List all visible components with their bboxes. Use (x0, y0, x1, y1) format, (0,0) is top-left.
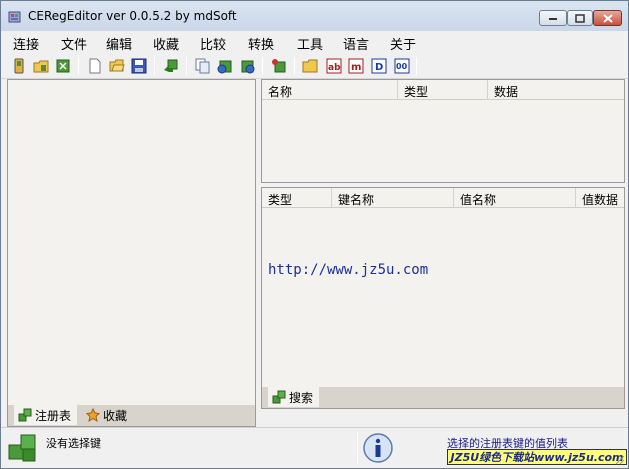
export-key-button[interactable] (216, 57, 234, 75)
goto-key-button[interactable] (162, 57, 180, 75)
binary-value-button[interactable]: 00 (393, 57, 411, 75)
export-key-icon (217, 60, 232, 74)
tab-registry-label: 注册表 (35, 408, 72, 423)
column-header-name[interactable]: 名称 (262, 80, 398, 100)
binary-value-label: 00 (396, 62, 408, 71)
menu-compare[interactable]: 比较 (200, 34, 226, 53)
menu-tools[interactable]: 工具 (297, 34, 323, 53)
registry-key-arrow-icon (164, 59, 178, 72)
search-results-header: 类型 键名称 值名称 值数据 (262, 188, 624, 208)
column-header-value-data[interactable]: 值数据 (576, 188, 626, 208)
string-value-icon: ab (326, 58, 342, 74)
tab-registry[interactable]: 注册表 (14, 405, 78, 425)
connect-device-button[interactable] (10, 57, 28, 75)
tab-search[interactable]: 搜索 (268, 387, 320, 407)
toolbar: ab m D 00 (1, 53, 628, 79)
toolbar-separator (294, 57, 295, 75)
app-icon (8, 11, 21, 23)
new-folder-icon (302, 59, 318, 73)
multi-string-value-label: m (351, 62, 361, 73)
dword-value-icon: D (371, 58, 387, 74)
menu-convert[interactable]: 转换 (248, 34, 274, 53)
toolbar-separator (416, 57, 417, 75)
column-header-type[interactable]: 类型 (398, 80, 488, 100)
string-value-label: ab (328, 63, 341, 73)
multi-string-value-button[interactable]: m (347, 57, 365, 75)
status-selected-key: 没有选择键 (46, 437, 101, 450)
menu-connect[interactable]: 连接 (13, 34, 39, 53)
minimize-button[interactable] (539, 10, 567, 26)
toolbar-separator (186, 57, 187, 75)
info-icon (363, 433, 393, 463)
disconnect-button[interactable] (54, 57, 72, 75)
registry-tree[interactable] (7, 79, 256, 406)
disconnect-icon (56, 59, 70, 73)
dword-value-button[interactable]: D (370, 57, 388, 75)
toolbar-separator (78, 57, 79, 75)
watermark-url: http://www.jz5u.com (268, 262, 429, 278)
values-list-header: 名称 类型 数据 (262, 80, 624, 100)
column-header-data[interactable]: 数据 (488, 80, 626, 100)
search-results-list[interactable]: 类型 键名称 值名称 值数据 http://www.jz5u.com (261, 187, 625, 387)
app-window: CERegEditor ver 0.0.5.2 by mdSoft 连接 文件 … (0, 0, 629, 469)
registry-cubes-icon (18, 408, 32, 422)
string-value-button[interactable]: ab (325, 57, 343, 75)
column-header-value-name[interactable]: 值名称 (454, 188, 576, 208)
dword-value-label: D (375, 62, 383, 73)
left-tab-strip: 注册表 收藏 (7, 405, 256, 427)
add-key-button[interactable] (270, 57, 288, 75)
menu-file[interactable]: 文件 (61, 34, 87, 53)
save-disk-icon (131, 58, 147, 74)
column-header-type[interactable]: 类型 (262, 188, 332, 208)
menu-about[interactable]: 关于 (390, 34, 416, 53)
menu-favorites[interactable]: 收藏 (153, 34, 179, 53)
copy-icon (195, 58, 210, 74)
title-bar[interactable]: CERegEditor ver 0.0.5.2 by mdSoft (1, 1, 628, 31)
copy-button[interactable] (194, 57, 212, 75)
watermark-stamp: JZ5U绿色下载站www.jz5u.com (447, 449, 627, 465)
close-icon (602, 13, 613, 23)
resize-grip-icon[interactable] (615, 455, 625, 465)
import-key-button[interactable] (238, 57, 256, 75)
tab-search-label: 搜索 (289, 390, 314, 405)
menu-edit[interactable]: 编辑 (106, 34, 132, 53)
tab-favorites[interactable]: 收藏 (82, 405, 133, 425)
new-file-button[interactable] (86, 57, 104, 75)
add-key-icon (272, 59, 286, 73)
connect-device-icon (14, 58, 24, 74)
menu-bar: 连接 文件 编辑 收藏 比较 转换 工具 语言 关于 (1, 31, 628, 53)
minimize-icon (549, 18, 557, 20)
window-title: CERegEditor ver 0.0.5.2 by mdSoft (28, 9, 237, 23)
favorites-icon (86, 408, 100, 422)
search-tab-strip: 搜索 (261, 387, 625, 409)
registry-cubes-icon (272, 390, 286, 404)
new-file-icon (89, 58, 101, 74)
new-folder-button[interactable] (301, 57, 319, 75)
values-list[interactable]: 名称 类型 数据 (261, 79, 625, 183)
save-button[interactable] (130, 57, 148, 75)
tab-favorites-label: 收藏 (103, 408, 128, 423)
column-header-key-name[interactable]: 键名称 (332, 188, 454, 208)
open-folder-icon (109, 59, 125, 72)
multi-string-value-icon: m (348, 58, 364, 74)
close-button[interactable] (593, 10, 622, 26)
registry-cubes-icon (8, 434, 36, 462)
import-key-icon (241, 60, 255, 74)
status-separator (357, 432, 358, 465)
toolbar-separator (154, 57, 155, 75)
connect-folder-button[interactable] (32, 57, 50, 75)
open-folder-button[interactable] (108, 57, 126, 75)
maximize-button[interactable] (567, 10, 593, 26)
status-bar: 没有选择键 选择的注册表键的值列表 JZ5U绿色下载站www.jz5u.com (1, 427, 628, 468)
menu-language[interactable]: 语言 (343, 34, 369, 53)
binary-value-icon: 00 (394, 58, 410, 74)
maximize-icon (575, 13, 585, 23)
connect-folder-icon (33, 60, 49, 73)
toolbar-separator (262, 57, 263, 75)
